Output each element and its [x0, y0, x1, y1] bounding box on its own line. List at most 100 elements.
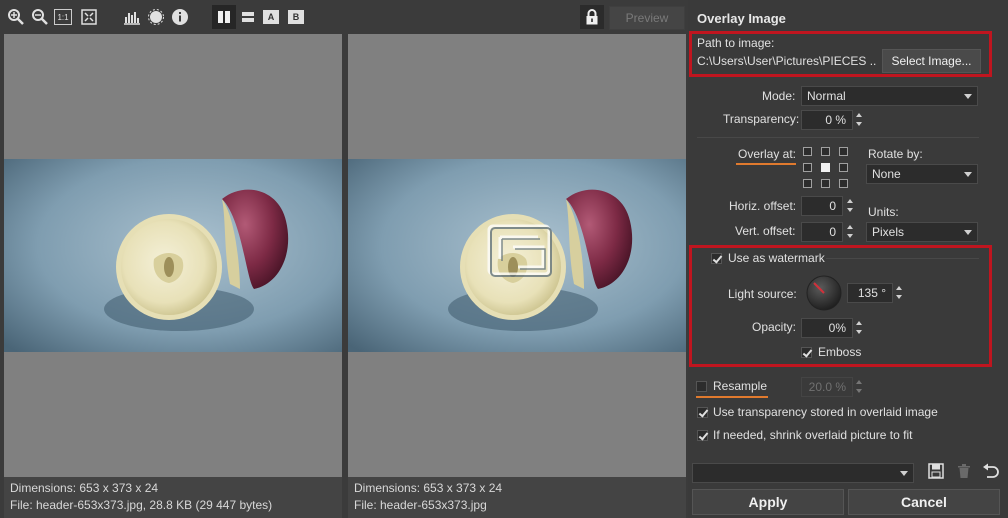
rotate-by-label: Rotate by: — [868, 147, 923, 161]
horiz-offset-stepper[interactable] — [845, 196, 855, 216]
original-image-info: Dimensions: 653 x 373 x 24 File: header-… — [4, 477, 342, 518]
position-top-center[interactable] — [821, 147, 830, 156]
original-image-view[interactable] — [4, 34, 342, 477]
view-b-label: B — [292, 12, 300, 22]
undo-icon — [983, 463, 999, 478]
resample-input[interactable]: 20.0 % — [801, 377, 853, 397]
vert-offset-label: Vert. offset: — [735, 224, 796, 238]
position-top-right[interactable] — [839, 147, 848, 156]
units-label: Units: — [868, 205, 899, 219]
split-horizontal-icon — [242, 12, 254, 22]
position-bottom-left[interactable] — [803, 179, 812, 188]
preview-image-view[interactable] — [348, 34, 686, 477]
reset-button[interactable] — [982, 463, 1000, 481]
trash-icon — [958, 464, 970, 478]
view-a-label: A — [267, 12, 275, 22]
vert-offset-stepper[interactable] — [845, 222, 855, 242]
zoom-fit-icon[interactable] — [79, 7, 99, 27]
resample-label: Resample — [713, 379, 768, 393]
overlay-at-underline — [736, 163, 796, 165]
apple-photo-with-watermark — [348, 159, 686, 352]
split-vertical-button[interactable] — [212, 5, 236, 29]
save-preset-button[interactable] — [928, 463, 946, 481]
panel-title: Overlay Image — [697, 11, 786, 26]
opacity-input[interactable]: 0% — [801, 318, 853, 338]
rotate-by-select[interactable]: None — [866, 164, 978, 184]
delete-preset-button[interactable] — [956, 463, 974, 481]
zoom-actual-size-label: 1:1 — [57, 12, 69, 22]
divider — [697, 137, 979, 138]
shrink-to-fit-checkbox[interactable] — [697, 430, 708, 441]
adjust-icon[interactable] — [146, 7, 166, 27]
preview-image-info: Dimensions: 653 x 373 x 24 File: header-… — [348, 477, 686, 518]
cancel-label: Cancel — [901, 494, 947, 510]
preview-dimensions-text: Dimensions: 653 x 373 x 24 — [354, 481, 503, 495]
select-image-button[interactable]: Select Image... — [882, 49, 981, 73]
select-image-label: Select Image... — [891, 54, 972, 68]
emboss-checkbox[interactable] — [801, 347, 812, 358]
preview-button[interactable]: Preview — [609, 6, 685, 30]
emboss-label: Emboss — [818, 345, 862, 359]
zoom-out-icon[interactable] — [30, 7, 50, 27]
chevron-down-icon — [900, 471, 908, 476]
split-vertical-icon — [218, 11, 230, 23]
path-value: C:\Users\User\Pictures\PIECES ... — [697, 54, 877, 68]
horiz-offset-input[interactable]: 0 — [801, 196, 843, 216]
chevron-down-icon — [964, 230, 972, 235]
resample-underline — [696, 396, 768, 398]
use-as-watermark-label: Use as watermark — [728, 251, 825, 265]
use-as-watermark-checkbox[interactable] — [711, 253, 722, 264]
resample-stepper[interactable] — [854, 377, 864, 397]
position-middle-right[interactable] — [839, 163, 848, 172]
vert-offset-input[interactable]: 0 — [801, 222, 843, 242]
info-icon[interactable] — [170, 7, 190, 27]
light-source-input[interactable]: 135 ° — [847, 283, 893, 303]
original-dimensions-text: Dimensions: 653 x 373 x 24 — [10, 481, 159, 495]
lock-icon — [586, 9, 598, 25]
toolbar: 1:1 A B Preview — [0, 0, 690, 34]
split-horizontal-button[interactable] — [237, 5, 259, 29]
position-bottom-right[interactable] — [839, 179, 848, 188]
apply-button[interactable]: Apply — [692, 489, 844, 515]
path-label: Path to image: — [697, 36, 775, 50]
resample-checkbox[interactable] — [696, 381, 707, 392]
transparency-input[interactable]: 0 % — [801, 110, 853, 130]
preview-file-text: File: header-653x373.jpg — [354, 498, 487, 512]
chevron-down-icon — [964, 172, 972, 177]
use-transparency-checkbox[interactable] — [697, 407, 708, 418]
mode-label: Mode: — [762, 89, 796, 103]
position-bottom-center[interactable] — [821, 179, 830, 188]
mode-select[interactable]: Normal — [801, 86, 978, 106]
units-value: Pixels — [872, 225, 905, 239]
transparency-label: Transparency: — [723, 112, 800, 126]
light-source-dial[interactable] — [806, 275, 842, 311]
mode-value: Normal — [807, 89, 846, 103]
apply-label: Apply — [748, 494, 788, 510]
view-a-button[interactable]: A — [263, 10, 279, 24]
preset-select[interactable] — [692, 463, 914, 483]
shrink-to-fit-label: If needed, shrink overlaid picture to fi… — [713, 428, 913, 442]
zoom-in-icon[interactable] — [6, 7, 26, 27]
horiz-offset-label: Horiz. offset: — [729, 199, 797, 213]
save-icon — [928, 463, 944, 479]
transparency-stepper[interactable] — [854, 110, 864, 130]
units-select[interactable]: Pixels — [866, 222, 978, 242]
light-source-stepper[interactable] — [894, 283, 904, 303]
view-b-button[interactable]: B — [288, 10, 304, 24]
position-middle-left[interactable] — [803, 163, 812, 172]
original-file-text: File: header-653x373.jpg, 28.8 KB (29 44… — [10, 498, 273, 512]
lock-button[interactable] — [580, 5, 604, 29]
divider — [826, 258, 979, 259]
zoom-actual-size-button[interactable]: 1:1 — [54, 9, 72, 25]
dial-icon — [806, 275, 842, 311]
rotate-value: None — [872, 167, 901, 181]
position-center[interactable] — [821, 163, 830, 172]
cancel-button[interactable]: Cancel — [848, 489, 1000, 515]
overlay-at-label: Overlay at: — [738, 147, 797, 161]
use-transparency-label: Use transparency stored in overlaid imag… — [713, 405, 938, 419]
position-top-left[interactable] — [803, 147, 812, 156]
apple-photo — [4, 159, 342, 352]
opacity-stepper[interactable] — [854, 318, 864, 338]
histogram-icon[interactable] — [122, 7, 142, 27]
opacity-label: Opacity: — [752, 320, 797, 334]
